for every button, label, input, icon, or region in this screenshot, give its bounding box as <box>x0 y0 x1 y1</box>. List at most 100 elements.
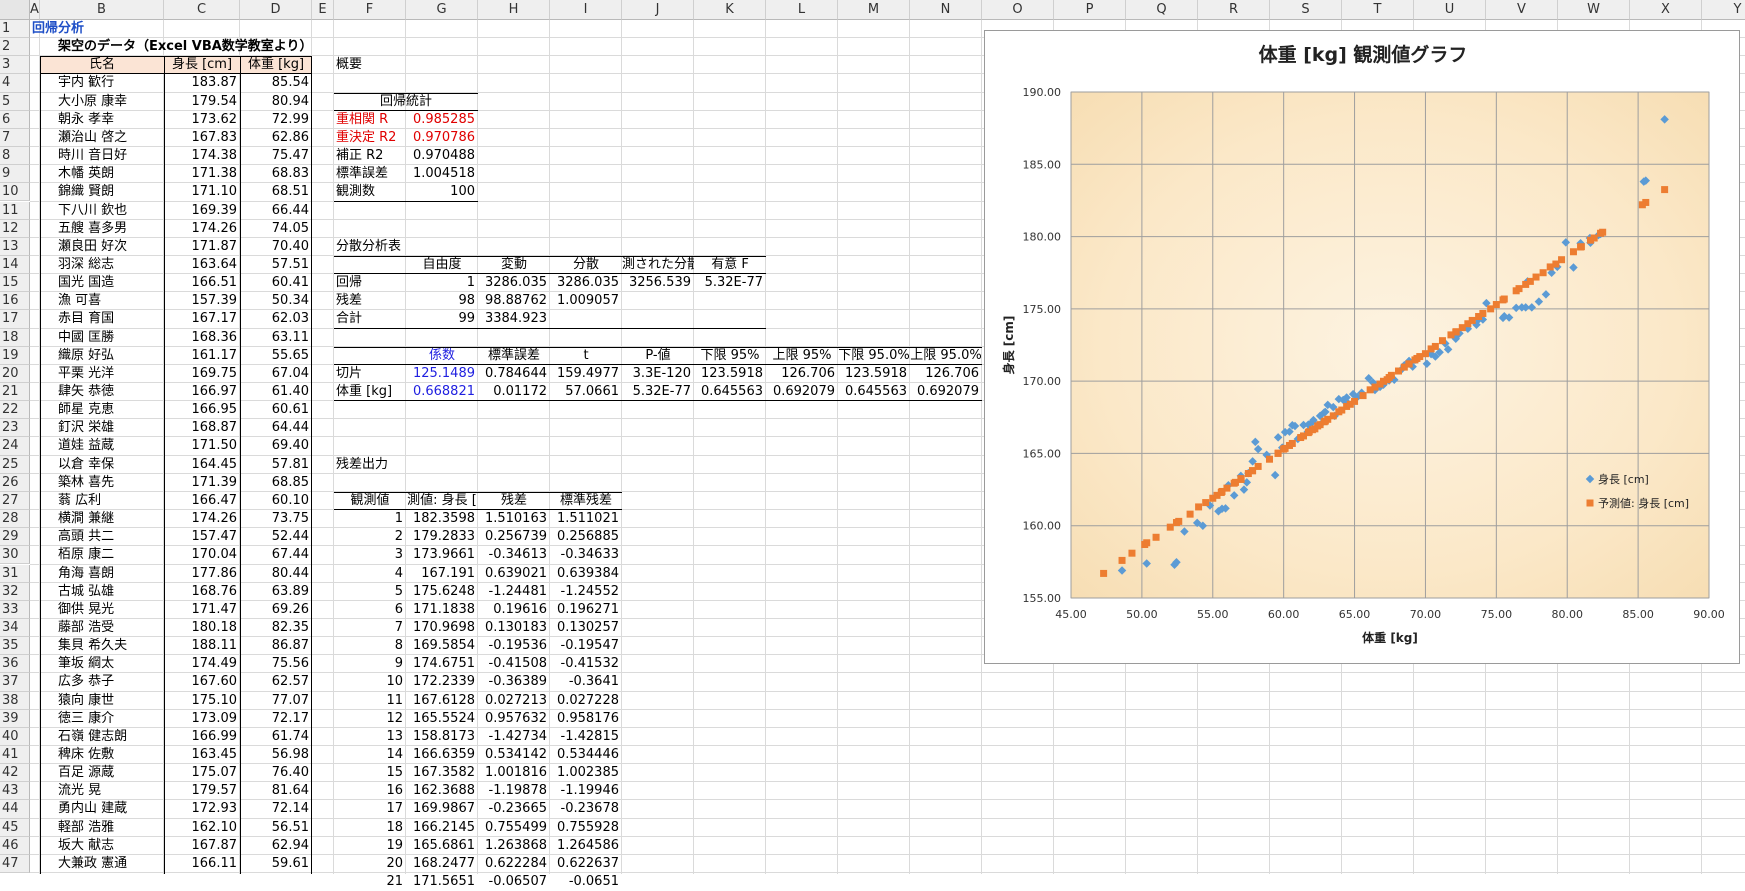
column-header[interactable]: O <box>982 0 1054 20</box>
height-value[interactable]: 169.39 <box>164 202 240 220</box>
person-name[interactable]: 坂大 献志 <box>40 837 164 855</box>
person-name[interactable]: 軽部 浩雅 <box>40 819 164 837</box>
row-header[interactable]: 38 <box>0 691 30 710</box>
coef-header[interactable]: t <box>550 347 622 365</box>
residual-value[interactable]: -1.24552 <box>550 583 622 601</box>
anova-header[interactable]: 有意 F <box>694 256 766 274</box>
height-value[interactable]: 163.64 <box>164 256 240 274</box>
height-value[interactable]: 168.87 <box>164 419 240 437</box>
residual-value[interactable]: 1.510163 <box>478 510 550 528</box>
weight-value[interactable]: 56.51 <box>240 819 312 837</box>
residual-header[interactable]: 標準残差 <box>550 492 622 510</box>
person-name[interactable]: 高頭 共二 <box>40 528 164 546</box>
stat-label[interactable]: 補正 R2 <box>334 147 406 165</box>
anova-value[interactable]: 1.009057 <box>550 292 622 310</box>
column-header[interactable]: E <box>312 0 334 20</box>
person-name[interactable]: 下八川 欽也 <box>40 202 164 220</box>
person-name[interactable]: 広多 恭子 <box>40 673 164 691</box>
person-name[interactable]: 稗床 佐敷 <box>40 746 164 764</box>
height-value[interactable]: 171.50 <box>164 437 240 455</box>
anova-title[interactable]: 分散分析表 <box>334 238 406 256</box>
row-header[interactable]: 5 <box>0 92 30 111</box>
residual-value[interactable]: -0.06507 <box>478 873 550 891</box>
scatter-chart[interactable]: 45.00 50.00 55.00 60.00 65.00 70.00 75.00 80.00… <box>984 30 1740 664</box>
height-value[interactable]: 168.76 <box>164 583 240 601</box>
column-header[interactable]: P <box>1054 0 1126 20</box>
weight-value[interactable]: 57.51 <box>240 256 312 274</box>
height-value[interactable]: 173.62 <box>164 111 240 129</box>
coef-row-label[interactable]: 切片 <box>334 365 406 383</box>
person-name[interactable]: 赤目 育国 <box>40 310 164 328</box>
person-name[interactable]: 宇内 歓行 <box>40 74 164 92</box>
residual-value[interactable]: 1.001816 <box>478 764 550 782</box>
person-name[interactable]: 築林 喜先 <box>40 474 164 492</box>
residual-value[interactable]: -1.19878 <box>478 782 550 800</box>
observation-number[interactable]: 4 <box>334 565 406 583</box>
anova-value[interactable]: 3384.923 <box>478 310 550 328</box>
coef-header[interactable]: 係数 <box>406 347 478 365</box>
weight-value[interactable]: 76.40 <box>240 764 312 782</box>
weight-value[interactable]: 81.64 <box>240 782 312 800</box>
observation-number[interactable]: 5 <box>334 583 406 601</box>
anova-value[interactable]: 98.88762 <box>478 292 550 310</box>
residual-value[interactable]: 0.027213 <box>478 692 550 710</box>
coef-header[interactable] <box>334 347 406 365</box>
height-value[interactable]: 167.17 <box>164 310 240 328</box>
anova-value[interactable] <box>694 292 766 310</box>
row-header[interactable]: 35 <box>0 637 30 656</box>
weight-value[interactable]: 72.14 <box>240 800 312 818</box>
coef-value[interactable]: 0.784644 <box>478 365 550 383</box>
height-value[interactable]: 161.17 <box>164 347 240 365</box>
weight-value[interactable]: 55.65 <box>240 347 312 365</box>
weight-value[interactable]: 86.87 <box>240 637 312 655</box>
row-header[interactable]: 21 <box>0 383 30 402</box>
row-header[interactable]: 12 <box>0 219 30 238</box>
observation-number[interactable]: 1 <box>334 510 406 528</box>
height-value[interactable]: 166.11 <box>164 855 240 873</box>
residual-title[interactable]: 残差出力 <box>334 456 406 474</box>
weight-value[interactable]: 69.26 <box>240 601 312 619</box>
weight-value[interactable]: 61.40 <box>240 383 312 401</box>
observation-number[interactable]: 3 <box>334 546 406 564</box>
height-value[interactable]: 174.38 <box>164 147 240 165</box>
person-name[interactable]: 時川 音日好 <box>40 147 164 165</box>
observation-number[interactable]: 18 <box>334 819 406 837</box>
observation-number[interactable]: 17 <box>334 800 406 818</box>
person-name[interactable]: 五艘 喜多男 <box>40 220 164 238</box>
weight-value[interactable]: 62.03 <box>240 310 312 328</box>
row-header[interactable]: 17 <box>0 310 30 329</box>
row-header[interactable]: 36 <box>0 655 30 674</box>
residual-value[interactable]: 171.1838 <box>406 601 478 619</box>
height-value[interactable]: 157.47 <box>164 528 240 546</box>
weight-value[interactable]: 69.40 <box>240 437 312 455</box>
height-value[interactable]: 157.39 <box>164 292 240 310</box>
column-header[interactable]: J <box>622 0 694 20</box>
column-header[interactable]: G <box>406 0 478 20</box>
person-name[interactable]: 御供 晃光 <box>40 601 164 619</box>
residual-value[interactable]: 162.3688 <box>406 782 478 800</box>
height-value[interactable]: 173.09 <box>164 710 240 728</box>
weight-value[interactable]: 74.05 <box>240 220 312 238</box>
residual-value[interactable]: 1.264586 <box>550 837 622 855</box>
column-header[interactable]: R <box>1198 0 1270 20</box>
height-value[interactable]: 171.10 <box>164 183 240 201</box>
residual-value[interactable]: 0.639384 <box>550 565 622 583</box>
anova-value[interactable] <box>622 310 694 328</box>
height-value[interactable]: 169.75 <box>164 365 240 383</box>
person-name[interactable]: 徳三 康介 <box>40 710 164 728</box>
row-header[interactable]: 8 <box>0 147 30 166</box>
coef-value[interactable]: 57.0661 <box>550 383 622 401</box>
height-value[interactable]: 175.07 <box>164 764 240 782</box>
weight-value[interactable]: 73.75 <box>240 510 312 528</box>
residual-value[interactable]: 167.191 <box>406 565 478 583</box>
coef-value[interactable]: 3.3E-120 <box>622 365 694 383</box>
person-name[interactable]: 瀬良田 好次 <box>40 238 164 256</box>
observation-number[interactable]: 19 <box>334 837 406 855</box>
observation-number[interactable]: 21 <box>334 873 406 891</box>
height-value[interactable]: 171.38 <box>164 165 240 183</box>
residual-value[interactable]: 0.755499 <box>478 819 550 837</box>
row-header[interactable]: 27 <box>0 491 30 511</box>
residual-value[interactable]: 0.534142 <box>478 746 550 764</box>
stat-value[interactable]: 100 <box>406 183 478 201</box>
residual-value[interactable]: 0.130183 <box>478 619 550 637</box>
